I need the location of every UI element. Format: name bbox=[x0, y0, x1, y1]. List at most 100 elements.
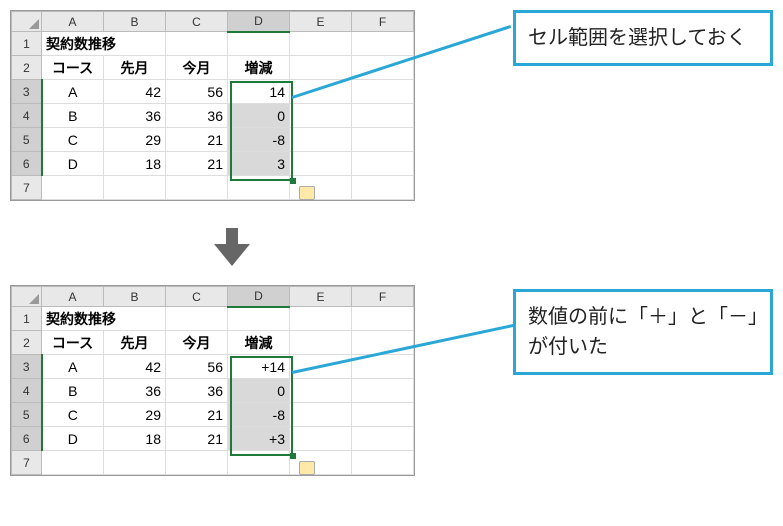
cell-A5-2[interactable]: C bbox=[42, 403, 104, 427]
cell-F4[interactable] bbox=[352, 104, 414, 128]
colhead-C-2[interactable]: C bbox=[166, 287, 228, 307]
rowhead-6[interactable]: 6 bbox=[12, 152, 42, 176]
cell-F1[interactable] bbox=[352, 32, 414, 56]
rowhead-4-2[interactable]: 4 bbox=[12, 379, 42, 403]
cell-C6[interactable]: 21 bbox=[166, 152, 228, 176]
rowhead-4[interactable]: 4 bbox=[12, 104, 42, 128]
cell-C7[interactable] bbox=[166, 176, 228, 200]
cell-E5[interactable] bbox=[290, 128, 352, 152]
down-arrow bbox=[10, 228, 773, 273]
grid-before[interactable]: A B C D E F 1 契約数推移 2 コース 先月 今月 増減 bbox=[11, 11, 414, 200]
cell-C4-2[interactable]: 36 bbox=[166, 379, 228, 403]
cell-D1[interactable] bbox=[228, 32, 290, 56]
rowhead-1-2[interactable]: 1 bbox=[12, 307, 42, 331]
colhead-B[interactable]: B bbox=[104, 12, 166, 32]
cell-F7[interactable] bbox=[352, 176, 414, 200]
grid-after[interactable]: A B C D E F 1 契約数推移 2 コース 先月 今月 増減 bbox=[11, 286, 414, 475]
colhead-C[interactable]: C bbox=[166, 12, 228, 32]
quick-analysis-icon-2[interactable] bbox=[299, 461, 315, 475]
cell-F6[interactable] bbox=[352, 152, 414, 176]
rowhead-3-2[interactable]: 3 bbox=[12, 355, 42, 379]
down-arrow-icon bbox=[210, 228, 254, 268]
cell-C5[interactable]: 21 bbox=[166, 128, 228, 152]
callout-text-2: 数値の前に「＋」と「－」が付いた bbox=[528, 306, 758, 358]
colhead-D-2[interactable]: D bbox=[228, 287, 290, 307]
rowhead-6-2[interactable]: 6 bbox=[12, 427, 42, 451]
select-all-corner-2[interactable] bbox=[12, 287, 42, 307]
rowhead-7-2[interactable]: 7 bbox=[12, 451, 42, 475]
cell-B6-2[interactable]: 18 bbox=[104, 427, 166, 451]
cell-B5[interactable]: 29 bbox=[104, 128, 166, 152]
callout-text-1: セル範囲を選択しておく bbox=[528, 27, 747, 49]
cell-E4[interactable] bbox=[290, 104, 352, 128]
rowhead-7[interactable]: 7 bbox=[12, 176, 42, 200]
callout-select-range: セル範囲を選択しておく bbox=[513, 10, 773, 66]
colhead-E[interactable]: E bbox=[290, 12, 352, 32]
cell-A6-2[interactable]: D bbox=[42, 427, 104, 451]
th-diff[interactable]: 増減 bbox=[228, 56, 290, 80]
cell-D3-2[interactable]: +14 bbox=[228, 355, 290, 379]
cell-C3[interactable]: 56 bbox=[166, 80, 228, 104]
cell-B4[interactable]: 36 bbox=[104, 104, 166, 128]
cell-D4[interactable]: 0 bbox=[228, 104, 290, 128]
cell-D5-2[interactable]: -8 bbox=[228, 403, 290, 427]
cell-A4-2[interactable]: B bbox=[42, 379, 104, 403]
cell-E3[interactable] bbox=[290, 80, 352, 104]
cell-A7[interactable] bbox=[42, 176, 104, 200]
cell-B3[interactable]: 42 bbox=[104, 80, 166, 104]
rowhead-5[interactable]: 5 bbox=[12, 128, 42, 152]
th-course[interactable]: コース bbox=[42, 56, 104, 80]
quick-analysis-icon[interactable] bbox=[299, 186, 315, 200]
cell-D3[interactable]: 14 bbox=[228, 80, 290, 104]
cell-D6[interactable]: 3 bbox=[228, 152, 290, 176]
cell-D6-2[interactable]: +3 bbox=[228, 427, 290, 451]
th-curr[interactable]: 今月 bbox=[166, 56, 228, 80]
th-curr-2[interactable]: 今月 bbox=[166, 331, 228, 355]
cell-E6[interactable] bbox=[290, 152, 352, 176]
rowhead-2-2[interactable]: 2 bbox=[12, 331, 42, 355]
select-all-corner[interactable] bbox=[12, 12, 42, 32]
cell-D4-2[interactable]: 0 bbox=[228, 379, 290, 403]
colhead-B-2[interactable]: B bbox=[104, 287, 166, 307]
cell-A3-2[interactable]: A bbox=[42, 355, 104, 379]
cell-B7[interactable] bbox=[104, 176, 166, 200]
cell-A3[interactable]: A bbox=[42, 80, 104, 104]
rowhead-2[interactable]: 2 bbox=[12, 56, 42, 80]
callout-result: 数値の前に「＋」と「－」が付いた bbox=[513, 289, 773, 375]
colhead-E-2[interactable]: E bbox=[290, 287, 352, 307]
th-course-2[interactable]: コース bbox=[42, 331, 104, 355]
cell-title-2[interactable]: 契約数推移 bbox=[42, 307, 166, 331]
colhead-D[interactable]: D bbox=[228, 12, 290, 32]
cell-B6[interactable]: 18 bbox=[104, 152, 166, 176]
cell-C6-2[interactable]: 21 bbox=[166, 427, 228, 451]
cell-A4[interactable]: B bbox=[42, 104, 104, 128]
cell-B4-2[interactable]: 36 bbox=[104, 379, 166, 403]
cell-B5-2[interactable]: 29 bbox=[104, 403, 166, 427]
cell-C4[interactable]: 36 bbox=[166, 104, 228, 128]
colhead-F-2[interactable]: F bbox=[352, 287, 414, 307]
rowhead-1[interactable]: 1 bbox=[12, 32, 42, 56]
cell-E1[interactable] bbox=[290, 32, 352, 56]
step-after: A B C D E F 1 契約数推移 2 コース 先月 今月 増減 bbox=[10, 285, 773, 495]
rowhead-5-2[interactable]: 5 bbox=[12, 403, 42, 427]
cell-C5-2[interactable]: 21 bbox=[166, 403, 228, 427]
spreadsheet-before: A B C D E F 1 契約数推移 2 コース 先月 今月 増減 bbox=[10, 10, 415, 201]
rowhead-3[interactable]: 3 bbox=[12, 80, 42, 104]
cell-F3[interactable] bbox=[352, 80, 414, 104]
colhead-A[interactable]: A bbox=[42, 12, 104, 32]
cell-A5[interactable]: C bbox=[42, 128, 104, 152]
cell-E2[interactable] bbox=[290, 56, 352, 80]
th-prev[interactable]: 先月 bbox=[104, 56, 166, 80]
cell-D5[interactable]: -8 bbox=[228, 128, 290, 152]
colhead-F[interactable]: F bbox=[352, 12, 414, 32]
cell-B3-2[interactable]: 42 bbox=[104, 355, 166, 379]
th-diff-2[interactable]: 増減 bbox=[228, 331, 290, 355]
cell-F5[interactable] bbox=[352, 128, 414, 152]
cell-title[interactable]: 契約数推移 bbox=[42, 32, 166, 56]
th-prev-2[interactable]: 先月 bbox=[104, 331, 166, 355]
cell-D7[interactable] bbox=[228, 176, 290, 200]
cell-C3-2[interactable]: 56 bbox=[166, 355, 228, 379]
cell-A6[interactable]: D bbox=[42, 152, 104, 176]
colhead-A-2[interactable]: A bbox=[42, 287, 104, 307]
cell-C1[interactable] bbox=[166, 32, 228, 56]
